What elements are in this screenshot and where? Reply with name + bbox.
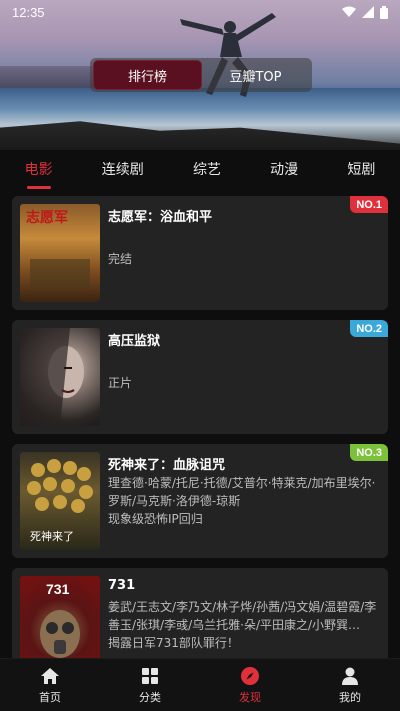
item-status: 正片 [108,376,133,390]
status-time: 12:35 [12,4,45,20]
ranking-segment-control: 排行榜 豆瓣TOP [90,58,312,92]
tab-movies[interactable]: 电影 [21,155,57,189]
nav-category-label: 分类 [139,690,161,704]
item-status: 完结 [108,252,133,266]
item-cast: 理查德·哈蒙/托尼·托德/艾普尔·特莱克/加布里埃尔·罗斯/马克斯·洛伊德-琼斯 [108,476,376,508]
bottom-navigation: 首页 分类 发现 我的 [0,658,400,711]
nav-mine[interactable]: 我的 [310,666,390,705]
item-status: 揭露日军731部队罪行！ [108,636,239,650]
tab-variety[interactable]: 综艺 [189,155,225,183]
rank-badge: NO.2 [350,320,388,337]
item-cast: 姜武/王志文/李乃文/林子烨/孙茜/冯文娟/温碧霞/李善玉/张琪/李彧/乌兰托雅… [108,600,377,632]
home-icon [41,667,59,684]
nav-discover-label: 发现 [239,690,261,704]
nav-discover[interactable]: 发现 [210,666,290,705]
poster-image: 死神来了 [20,452,100,550]
status-bar: 12:35 [0,0,400,24]
poster-title-text: 志愿军 [26,209,68,226]
poster-title-text: 731 [46,581,70,597]
item-title: 高压监狱 [108,334,161,349]
list-item[interactable]: 死神来了 死神来了：血脉诅咒 理查德·哈蒙/托尼·托德/艾普尔·特莱克/加布里埃… [12,444,388,558]
ranking-list: 志愿军 志愿军：浴血和平 完结 NO.1 高压监狱 正片 NO.2 死神来了 死… [12,196,388,692]
poster-title-text: 死神来了 [30,529,74,543]
battery-icon [380,5,388,19]
segment-douban-top[interactable]: 豆瓣TOP [202,61,309,89]
nav-category[interactable]: 分类 [110,666,190,705]
rank-badge: NO.1 [350,196,388,213]
item-title: 志愿军：浴血和平 [108,210,213,225]
user-icon [342,667,358,685]
wifi-icon [342,6,356,17]
tab-short-drama[interactable]: 短剧 [343,155,379,183]
compass-icon [241,666,259,685]
rank-badge: NO.3 [350,444,388,461]
nav-home-label: 首页 [39,690,61,704]
tab-anime[interactable]: 动漫 [266,155,302,183]
signal-icon [362,6,374,18]
poster-image: 志愿军 [20,204,100,302]
status-icons [342,5,388,19]
item-title: 731 [108,578,136,593]
category-tabs: 电影 连续剧 综艺 动漫 短剧 [0,152,400,189]
grid-icon [142,667,158,684]
segment-ranking[interactable]: 排行榜 [93,60,202,90]
nav-mine-label: 我的 [339,690,361,704]
list-item[interactable]: 志愿军 志愿军：浴血和平 完结 NO.1 [12,196,388,310]
tab-series[interactable]: 连续剧 [98,155,148,183]
nav-home[interactable]: 首页 [10,666,90,705]
item-status: 现象级恐怖IP回归 [108,512,203,526]
item-title: 死神来了：血脉诅咒 [108,458,226,473]
list-item[interactable]: 高压监狱 正片 NO.2 [12,320,388,434]
poster-image [20,328,100,426]
